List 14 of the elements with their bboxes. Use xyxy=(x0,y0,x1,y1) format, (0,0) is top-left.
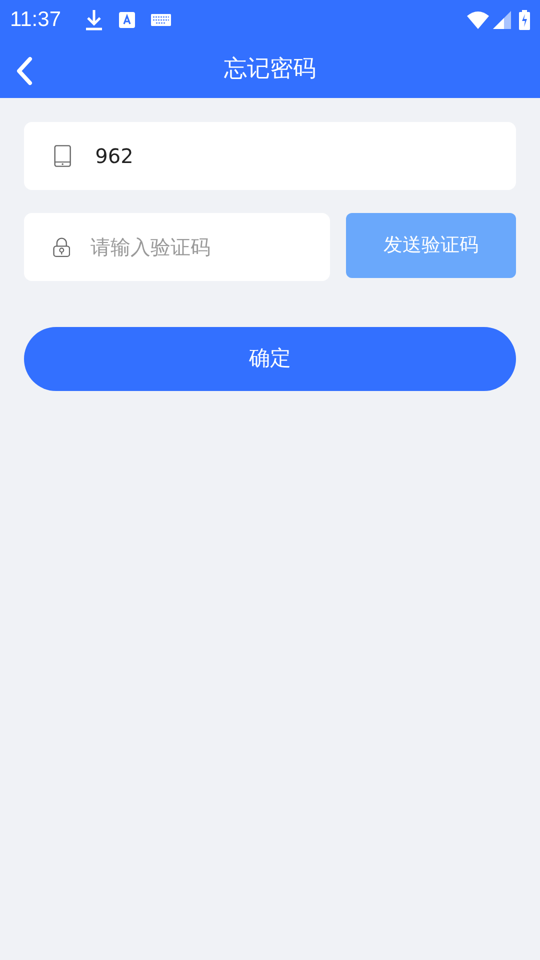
signal-icon xyxy=(493,11,511,29)
code-field[interactable]: 请输入验证码 xyxy=(24,213,330,281)
keyboard-icon xyxy=(151,14,171,26)
wifi-icon xyxy=(467,11,489,29)
phone-icon xyxy=(54,143,72,169)
phone-input[interactable]: 962 xyxy=(93,140,516,172)
battery-icon xyxy=(519,10,530,30)
download-icon xyxy=(85,9,103,31)
confirm-button[interactable]: 确定 xyxy=(24,327,516,391)
phone-field[interactable]: 962 xyxy=(24,122,516,190)
page-title: 忘记密码 xyxy=(224,54,316,84)
font-icon xyxy=(119,12,135,28)
code-input[interactable]: 请输入验证码 xyxy=(88,231,330,263)
status-time: 11:37 xyxy=(10,7,61,34)
